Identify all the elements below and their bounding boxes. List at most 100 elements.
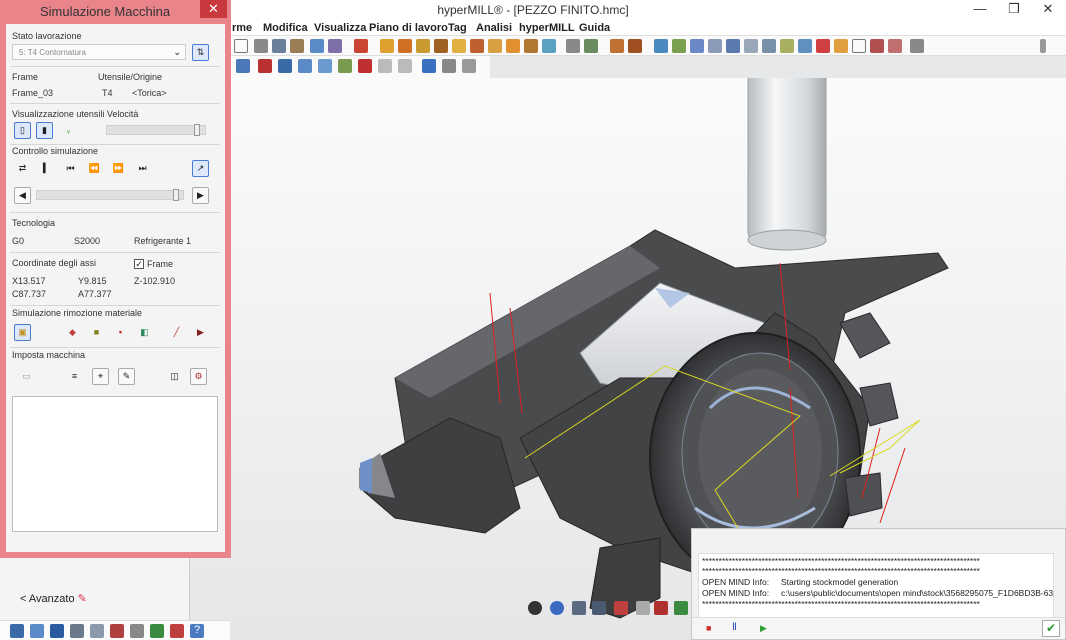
rectangle-tool-icon[interactable] [852,39,866,53]
blend-tool-icon[interactable] [488,39,502,53]
menu-analisi[interactable]: Analisi [476,22,512,34]
step-forward-button[interactable]: ▶ [192,187,209,204]
circle-tool-icon[interactable] [762,39,776,53]
measure-button[interactable]: ╱ [168,324,185,341]
fill-tool-icon[interactable] [310,39,324,53]
pause-icon[interactable]: Ⅱ [732,622,737,633]
mirror-tool-icon[interactable] [834,39,848,53]
minimize-button[interactable]: — [966,0,994,18]
counter-icon[interactable] [636,601,650,615]
macros-icon[interactable] [150,624,164,638]
expand-icon[interactable]: < [20,593,26,605]
pencil-icon[interactable]: ✎ [78,593,87,605]
menu-visualizza[interactable]: Visualizza [314,22,366,34]
shell-tool-icon[interactable] [542,39,556,53]
menu-hypermill[interactable]: hyperMILL [519,22,575,34]
menu-tag[interactable]: Tag [448,22,467,34]
dialog-title-bar[interactable]: Simulazione Macchina ✕ [0,0,231,22]
kinematics-button[interactable]: ⌖ [92,368,109,385]
wireframe-icon[interactable] [278,59,292,73]
position-slider-thumb[interactable] [173,189,179,201]
job-settings-button[interactable]: ⇅ [192,44,209,61]
undo-icon[interactable] [358,59,372,73]
loft-tool-icon[interactable] [470,39,484,53]
axes-button[interactable]: ≡ [66,368,83,385]
restart-button[interactable]: ⇄ [14,160,31,177]
marker-icon[interactable] [654,601,668,615]
velocita-slider-thumb[interactable] [194,124,200,136]
help-icon[interactable]: ? [190,624,204,638]
play-button[interactable]: ⏩ [110,160,127,177]
overflow-chevron-icon[interactable] [1040,39,1046,53]
avanzato-node[interactable]: < Avanzato ✎ [20,592,87,605]
measure-tool-icon[interactable] [290,39,304,53]
project-tool-icon[interactable] [708,39,722,53]
solid-tool-icon[interactable] [398,39,412,53]
polygon-tool-icon[interactable] [798,39,812,53]
sphere-icon[interactable] [528,601,542,615]
intersect-tool-icon[interactable] [726,39,740,53]
features-icon[interactable] [130,624,144,638]
tool-db-icon[interactable] [30,624,44,638]
show-holder-button[interactable]: ▮ [36,122,53,139]
dimension-tool-icon[interactable] [272,39,286,53]
rotate-view-icon[interactable] [462,59,476,73]
curve-tool-icon[interactable] [654,39,668,53]
stato-lavorazione-select[interactable]: 5: T4 Contornatura ⌄ [12,44,186,60]
ellipse-tool-icon[interactable] [780,39,794,53]
offset-tool-icon[interactable] [690,39,704,53]
postprocess-icon[interactable] [90,624,104,638]
stop-button[interactable]: ▍ [38,160,55,177]
clamping-button[interactable]: ◫ [166,368,183,385]
repeat-icon[interactable] [398,59,412,73]
go-end-button[interactable]: ⏭ [134,160,151,177]
restore-button[interactable]: ❐ [1000,0,1028,18]
pan-icon[interactable] [442,59,456,73]
velocita-slider[interactable] [106,124,206,136]
dialog-close-button[interactable]: ✕ [200,0,227,18]
view-fit-icon[interactable] [236,59,250,73]
shading-icon[interactable] [258,59,272,73]
fillet-tool-icon[interactable] [506,39,520,53]
position-slider[interactable] [36,189,184,201]
arrow-tool-icon[interactable] [328,39,342,53]
rotate-tool-icon[interactable] [888,39,902,53]
revolve-tool-icon[interactable] [434,39,448,53]
surface-tool-icon[interactable] [380,39,394,53]
show-path-button[interactable]: ᵥ [60,122,77,139]
simulation-log[interactable] [12,396,218,532]
extrude-tool-icon[interactable] [416,39,430,53]
stock-icon[interactable] [110,624,124,638]
calculate-icon[interactable] [50,624,64,638]
boolean-tool-icon[interactable] [610,39,624,53]
sweep-tool-icon[interactable] [452,39,466,53]
confirm-button[interactable]: ✔ [1042,620,1060,637]
more-tools-icon[interactable] [910,39,924,53]
edit-machine-button[interactable]: ✎ [118,368,135,385]
job-list-icon[interactable] [10,624,24,638]
arc-tool-icon[interactable] [744,39,758,53]
split-tool-icon[interactable] [584,39,598,53]
frame-checkbox[interactable]: ✓ [134,259,144,269]
ground-icon[interactable] [674,601,688,615]
play-icon[interactable]: ▶ [760,623,767,634]
chamfer-tool-icon[interactable] [524,39,538,53]
line-tool-icon[interactable] [234,39,248,53]
console-output[interactable]: ****************************************… [698,553,1054,625]
frames-icon[interactable] [170,624,184,638]
axis-icon[interactable] [614,601,628,615]
go-start-button[interactable]: ⏮ [62,160,79,177]
menu-piano-di-lavoro[interactable]: Piano di lavoro [369,22,448,34]
gouge-button[interactable]: ▪ [112,324,129,341]
layer-icon[interactable] [422,59,436,73]
globe-icon[interactable] [550,601,564,615]
export-stock-button[interactable]: ▶ [192,324,209,341]
rewind-button[interactable]: ⏪ [86,160,103,177]
text-tool-icon[interactable] [254,39,268,53]
zoom-icon[interactable] [318,59,332,73]
menu-modifica[interactable]: Modifica [263,22,308,34]
point-tool-icon[interactable] [816,39,830,53]
trim-tool-icon[interactable] [566,39,580,53]
single-step-button[interactable]: ↗ [192,160,209,177]
compare-button[interactable]: ◆ [64,324,81,341]
